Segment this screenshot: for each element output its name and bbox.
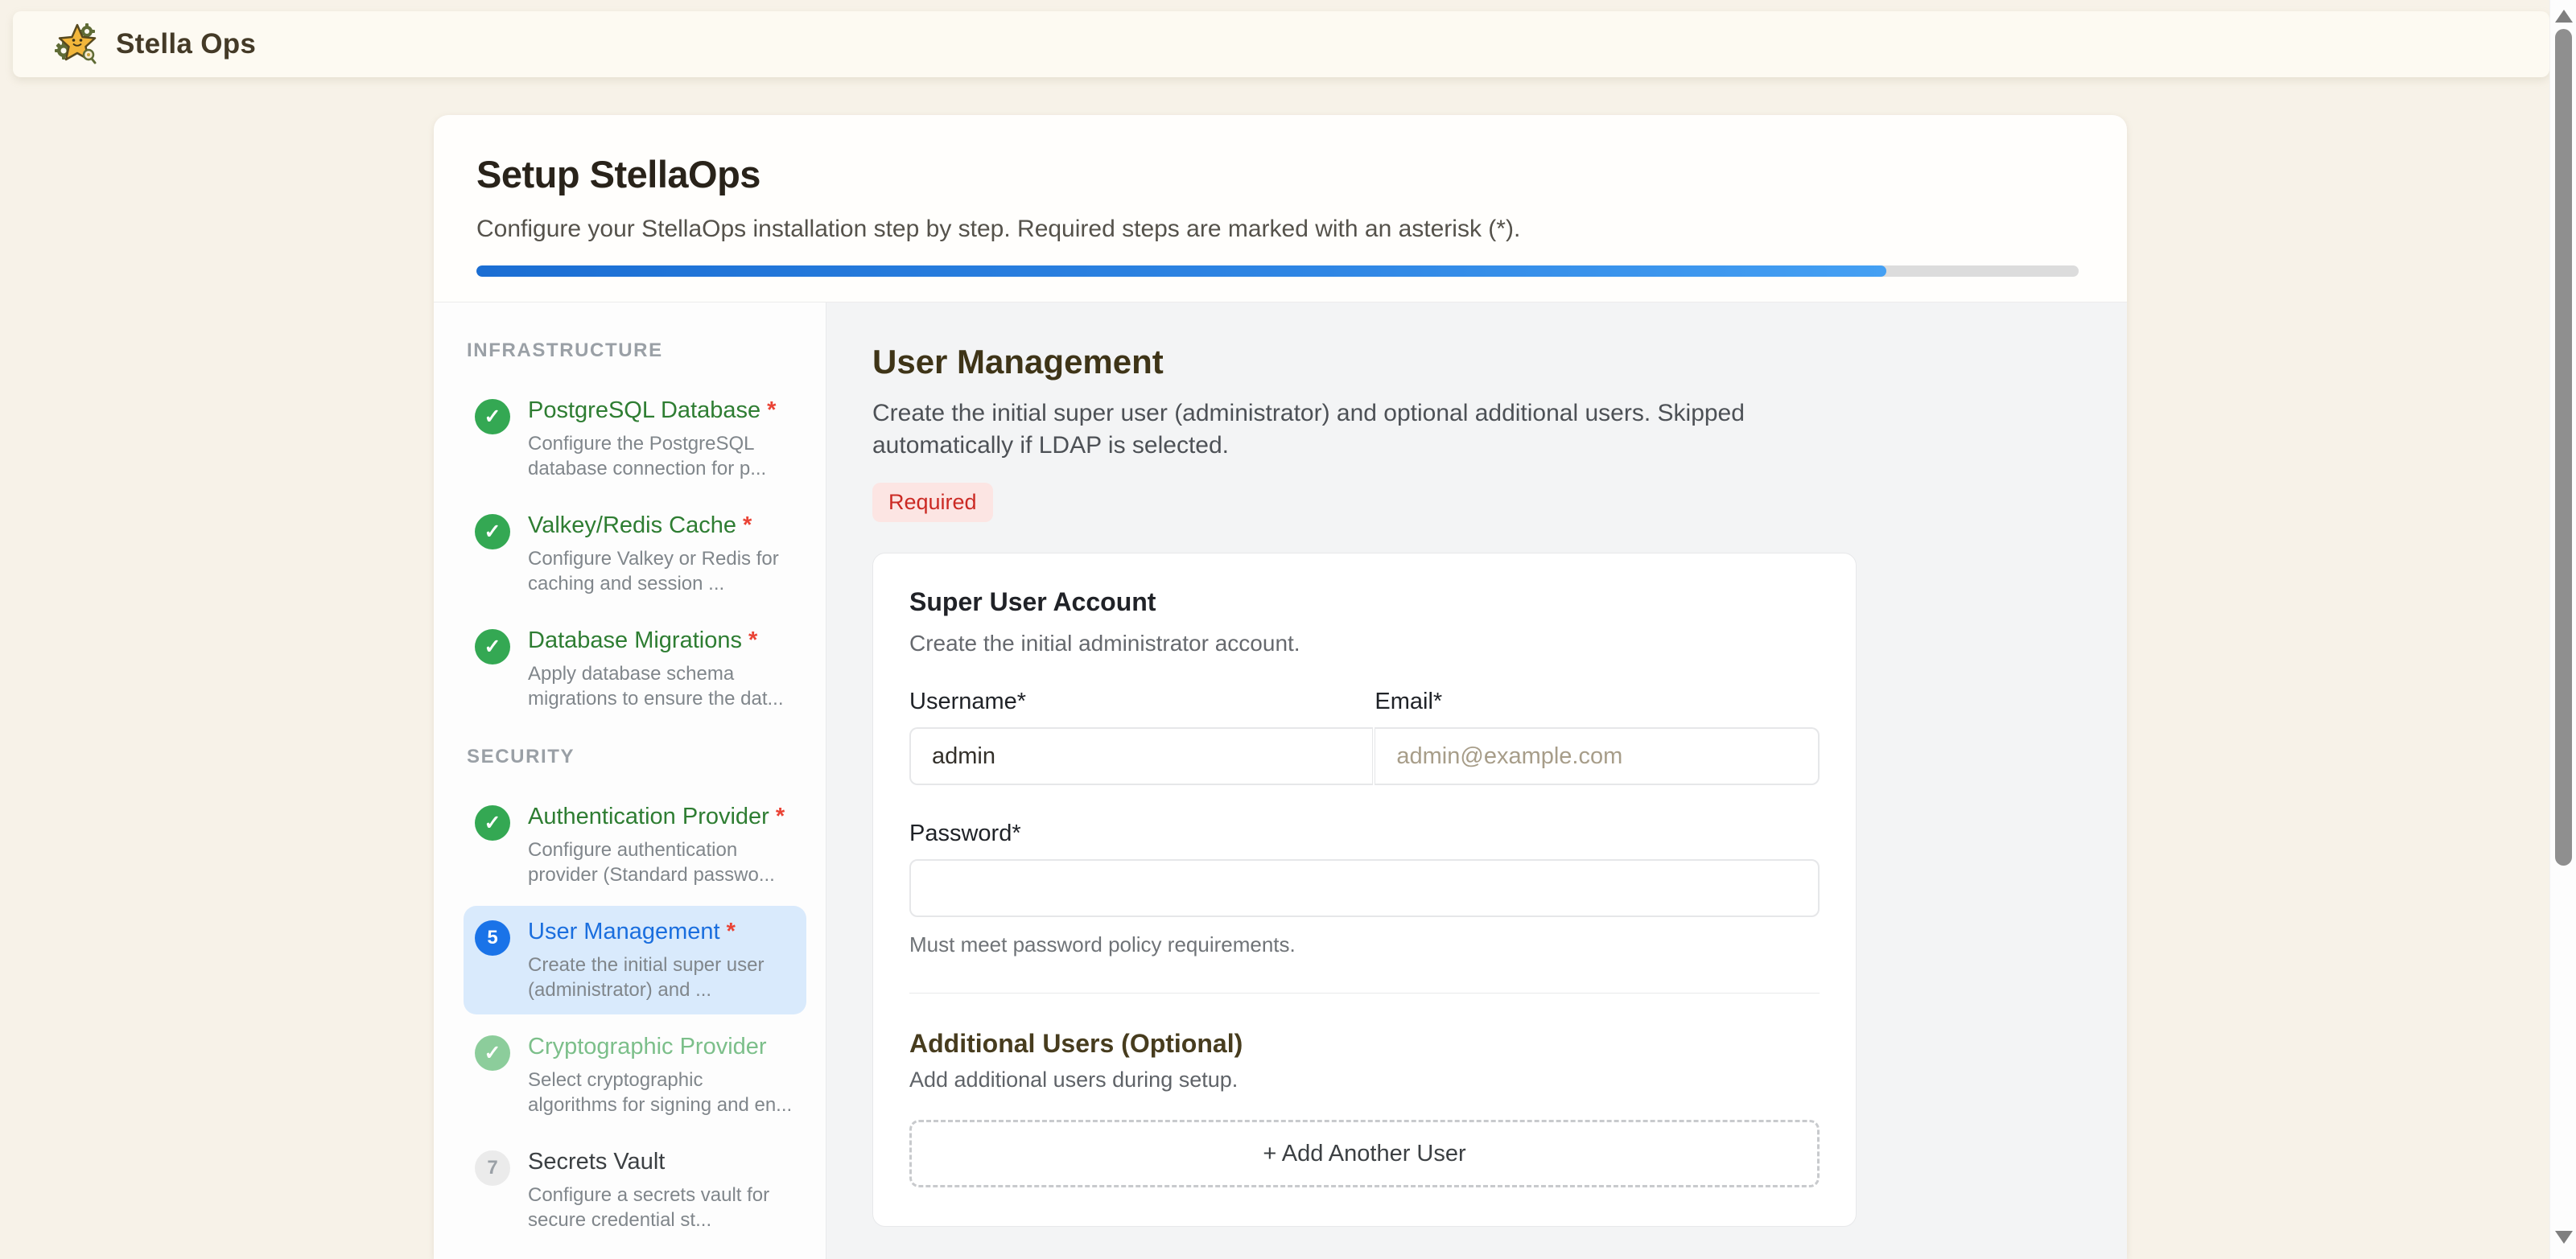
required-asterisk: * <box>760 397 776 423</box>
page-title: User Management <box>872 343 2079 381</box>
scrollbar-up-arrow-icon[interactable] <box>2555 10 2573 23</box>
step-number-badge: 7 <box>475 1150 510 1186</box>
step-title: Database Migrations * <box>528 627 757 653</box>
step-description: Create the initial super user (administr… <box>528 952 795 1002</box>
wizard-header: Setup StellaOps Configure your StellaOps… <box>434 115 2127 302</box>
additional-users-title: Additional Users (Optional) <box>909 1029 1820 1059</box>
step-number-badge: 5 <box>475 920 510 956</box>
scrollbar-thumb[interactable] <box>2555 29 2572 866</box>
check-icon: ✓ <box>475 514 510 549</box>
password-helper-text: Must meet password policy requirements. <box>909 932 1820 957</box>
section-divider <box>909 993 1820 994</box>
wizard-subtitle: Configure your StellaOps installation st… <box>476 216 2079 243</box>
super-user-card-title: Super User Account <box>909 587 1820 617</box>
sidebar-item-database-migrations[interactable]: ✓ Database Migrations * Apply database s… <box>464 615 806 723</box>
username-field[interactable] <box>909 727 1373 785</box>
super-user-card-subtitle: Create the initial administrator account… <box>909 631 1820 656</box>
topbar: Stella Ops <box>13 11 2549 77</box>
section-label-security: SECURITY <box>467 746 806 768</box>
email-field[interactable] <box>1375 727 1820 785</box>
page-scrollbar[interactable] <box>2549 0 2576 1259</box>
sidebar-item-user-management[interactable]: 5 User Management * Create the initial s… <box>464 906 806 1014</box>
sidebar-item-secrets-vault[interactable]: 7 Secrets Vault Configure a secrets vaul… <box>464 1136 806 1245</box>
step-title: Secrets Vault <box>528 1149 665 1175</box>
super-user-account-card: Super User Account Create the initial ad… <box>872 553 1857 1227</box>
sidebar-item-valkey-redis-cache[interactable]: ✓ Valkey/Redis Cache * Configure Valkey … <box>464 500 806 608</box>
required-asterisk: * <box>736 512 752 538</box>
step-title: User Management * <box>528 919 736 944</box>
sidebar-item-authentication-provider[interactable]: ✓ Authentication Provider * Configure au… <box>464 791 806 899</box>
setup-steps-sidebar: INFRASTRUCTURE ✓ PostgreSQL Database * C… <box>434 302 826 1259</box>
step-description: Configure a secrets vault for secure cre… <box>528 1183 795 1232</box>
required-asterisk: * <box>742 627 757 653</box>
section-label-infrastructure: INFRASTRUCTURE <box>467 339 806 362</box>
stella-ops-logo-icon <box>55 22 100 67</box>
email-label: Email* <box>1375 689 1820 715</box>
setup-progress-fill <box>476 265 1886 277</box>
step-description: Configure Valkey or Redis for caching an… <box>528 546 795 596</box>
required-asterisk: * <box>769 804 785 829</box>
setup-progress-bar <box>476 265 2079 277</box>
step-title: PostgreSQL Database * <box>528 397 776 423</box>
wizard-title: Setup StellaOps <box>476 152 2079 196</box>
step-description: Configure authentication provider (Stand… <box>528 837 795 887</box>
step-title: Valkey/Redis Cache * <box>528 512 752 538</box>
step-content-pane: User Management Create the initial super… <box>826 302 2127 1259</box>
setup-wizard-card: Setup StellaOps Configure your StellaOps… <box>434 115 2127 1259</box>
step-description: Apply database schema migrations to ensu… <box>528 661 795 711</box>
page-description: Create the initial super user (administr… <box>872 397 1806 462</box>
sidebar-item-cryptographic-provider[interactable]: ✓ Cryptographic Provider Select cryptogr… <box>464 1021 806 1129</box>
check-icon: ✓ <box>475 399 510 434</box>
required-asterisk: * <box>720 919 736 944</box>
step-description: Configure the PostgreSQL database connec… <box>528 431 795 481</box>
password-field[interactable] <box>909 859 1820 917</box>
check-icon: ✓ <box>475 629 510 664</box>
step-description: Select cryptographic algorithms for sign… <box>528 1068 795 1117</box>
required-badge: Required <box>872 483 993 522</box>
sidebar-item-postgresql-database[interactable]: ✓ PostgreSQL Database * Configure the Po… <box>464 385 806 493</box>
add-another-user-button[interactable]: + Add Another User <box>909 1120 1820 1187</box>
password-label: Password* <box>909 821 1820 847</box>
check-icon: ✓ <box>475 805 510 841</box>
scrollbar-down-arrow-icon[interactable] <box>2555 1231 2573 1244</box>
step-title: Authentication Provider * <box>528 804 785 829</box>
additional-users-subtitle: Add additional users during setup. <box>909 1068 1820 1092</box>
check-icon: ✓ <box>475 1035 510 1071</box>
username-label: Username* <box>909 689 1373 715</box>
app-title: Stella Ops <box>116 28 256 60</box>
step-title: Cryptographic Provider <box>528 1034 767 1059</box>
